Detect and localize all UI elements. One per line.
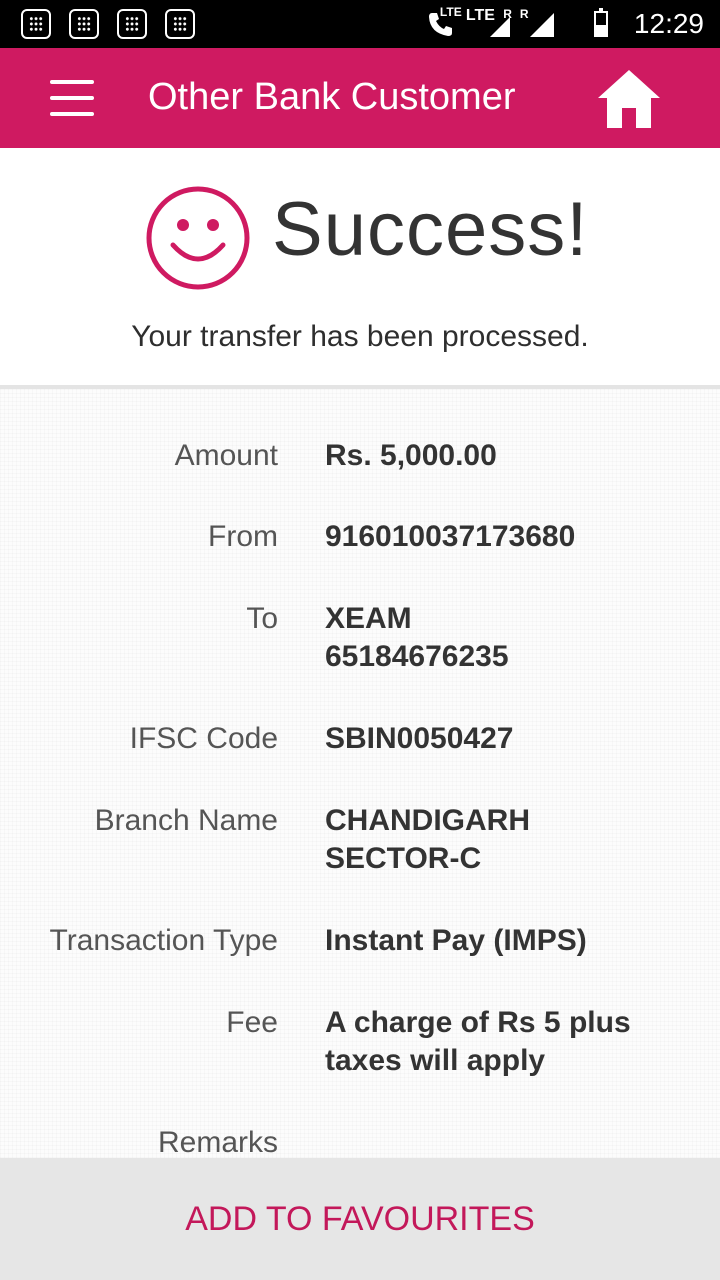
battery-icon [593,8,608,37]
detail-value: CHANDIGARH SECTOR-C [325,804,530,875]
app-notification-icon [69,9,99,39]
detail-value: Instant Pay (IMPS) [325,924,587,957]
detail-value: XEAM 65184676235 [325,602,509,673]
detail-label: Transaction Type [49,924,278,957]
detail-label: Amount [174,439,278,472]
detail-label: Fee [226,1006,278,1039]
detail-label: Remarks [157,1126,278,1159]
page-title: Other Bank Customer [148,76,516,118]
detail-value: 916010037173680 [325,520,576,553]
signal-icon: R [519,7,554,39]
home-icon[interactable] [596,68,662,130]
app-notification-icon [165,9,195,39]
lte-label: LTE [439,5,462,19]
status-time: 12:29 [633,8,704,39]
detail-value: SBIN0050427 [325,722,514,755]
app-bar: Other Bank Customer [0,48,720,148]
app-notification-icon [117,9,147,39]
detail-label: IFSC Code [129,722,278,755]
app-notification-icon [21,9,51,39]
status-bar: LTE LTE R R 12:29 [0,0,720,48]
signal-icon: LTE R [466,7,512,39]
detail-value: A charge of Rs 5 plus taxes will apply [325,1006,631,1077]
menu-icon[interactable] [50,80,94,116]
transfer-details: Amount Rs. 5,000.00 From 916010037173680… [0,389,720,1159]
add-to-favourites-button[interactable]: ADD TO FAVOURITES [0,1158,720,1280]
status-icons: LTE LTE R R 12:29 [426,5,704,42]
detail-label: To [246,602,278,635]
success-message: Your transfer has been processed. [131,320,589,353]
detail-label: From [208,520,278,553]
roaming-label: R [519,7,529,21]
call-lte-icon: LTE [426,5,462,39]
smiley-icon [145,185,251,291]
detail-label: Branch Name [94,804,278,837]
detail-value: Rs. 5,000.00 [325,439,497,472]
success-title: Success! [272,187,589,272]
